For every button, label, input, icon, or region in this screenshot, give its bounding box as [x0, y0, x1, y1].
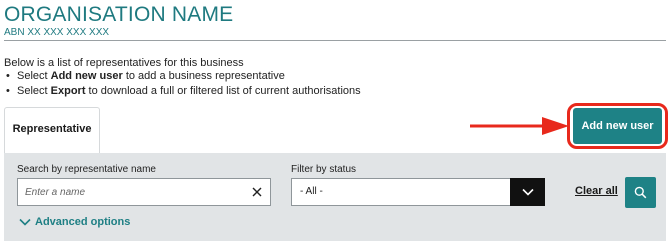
- status-label: Filter by status: [291, 164, 357, 175]
- instruction-item-add: • Select Add new user to add a business r…: [6, 70, 285, 82]
- search-button[interactable]: [625, 177, 656, 208]
- advanced-options-toggle[interactable]: Advanced options: [19, 216, 130, 228]
- arrow-right-icon: [470, 117, 569, 135]
- status-select[interactable]: - All -: [291, 178, 545, 206]
- organisation-abn: ABN XX XXX XXX XXX: [4, 27, 110, 38]
- intro-text: Below is a list of representatives for t…: [4, 57, 244, 69]
- status-selected-value: - All -: [300, 186, 323, 197]
- search-icon: [634, 186, 647, 199]
- chevron-down-icon: [19, 218, 31, 226]
- search-label: Search by representative name: [17, 164, 156, 175]
- header-divider: [4, 40, 666, 41]
- instruction-keyword-export: Export: [50, 85, 86, 97]
- instruction-list: • Select Add new user to add a business r…: [6, 69, 361, 99]
- chevron-down-icon: [521, 188, 534, 196]
- search-field: [17, 178, 271, 206]
- bullet-icon: •: [6, 70, 10, 82]
- instruction-keyword-add: Add new user: [50, 70, 123, 82]
- status-dropdown-toggle[interactable]: [510, 178, 545, 206]
- clear-all-link[interactable]: Clear all: [575, 185, 618, 197]
- close-icon[interactable]: [249, 184, 265, 200]
- instruction-item-export: • Select Export to download a full or fil…: [6, 85, 361, 97]
- organisation-name: ORGANISATION NAME: [4, 3, 234, 26]
- advanced-options-label: Advanced options: [35, 216, 131, 228]
- add-new-user-button[interactable]: Add new user: [573, 108, 662, 144]
- tab-representative[interactable]: Representative: [4, 107, 100, 153]
- bullet-icon: •: [6, 85, 10, 97]
- search-input[interactable]: [18, 179, 242, 205]
